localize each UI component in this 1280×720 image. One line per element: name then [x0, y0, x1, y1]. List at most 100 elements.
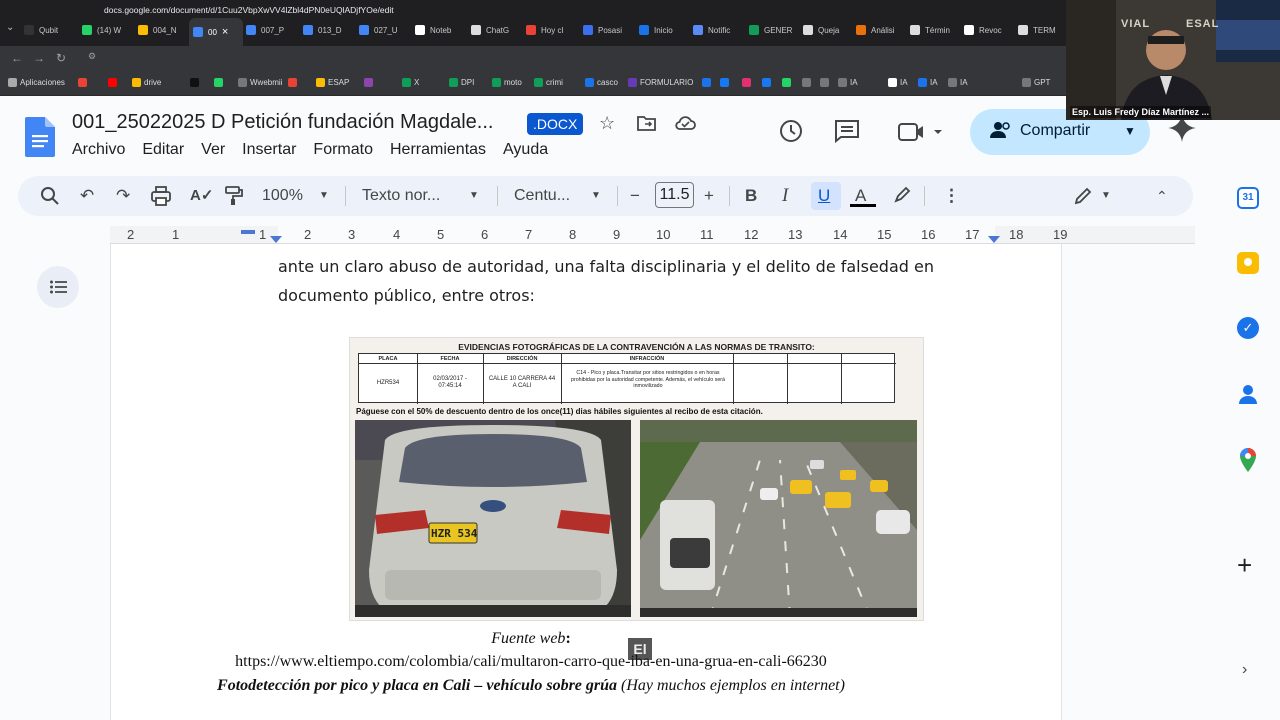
bookmark-item[interactable]: IA	[888, 78, 908, 87]
document-title[interactable]: 001_25022025 D Petición fundación Magdal…	[72, 111, 493, 134]
comments-icon[interactable]	[834, 119, 860, 148]
bold-icon[interactable]: B	[745, 186, 757, 206]
menu-item[interactable]: Herramientas	[390, 141, 486, 159]
forward-icon[interactable]: →	[28, 51, 50, 65]
undo-icon[interactable]: ↶	[80, 186, 94, 206]
bookmark-item[interactable]	[288, 78, 300, 87]
calendar-icon[interactable]: 31	[1237, 187, 1259, 209]
browser-tab[interactable]: Inicio	[635, 19, 687, 41]
redo-icon[interactable]: ↷	[116, 186, 130, 206]
bookmark-item[interactable]	[78, 78, 90, 87]
bookmark-item[interactable]: casco	[585, 78, 618, 87]
star-icon[interactable]: ☆	[599, 113, 615, 134]
bookmark-item[interactable]	[108, 78, 120, 87]
bookmark-item[interactable]: Aplicaciones	[8, 78, 65, 87]
bookmark-item[interactable]: IA	[838, 78, 858, 87]
browser-tab[interactable]: 00 ×	[189, 18, 243, 46]
keep-icon[interactable]	[1237, 252, 1259, 274]
bookmark-item[interactable]: IA	[948, 78, 968, 87]
bookmark-item[interactable]: drive	[132, 78, 161, 87]
bookmark-item[interactable]	[190, 78, 202, 87]
bookmark-item[interactable]: moto	[492, 78, 522, 87]
search-menus-icon[interactable]	[40, 186, 60, 211]
video-call-tile[interactable]: VIAL ESAL Esp. Luis Fredy Díaz Martínez …	[1066, 0, 1280, 120]
reload-icon[interactable]: ↻	[50, 51, 72, 65]
bookmark-item[interactable]: FORMULARIO	[628, 78, 693, 87]
browser-tab[interactable]: 013_D	[299, 19, 351, 41]
bookmark-item[interactable]	[214, 78, 226, 87]
url-field[interactable]: docs.google.com/document/d/1Cuu2VbpXwVV4…	[104, 5, 394, 15]
bookmark-item[interactable]	[742, 78, 754, 87]
more-options-icon[interactable]: ⋮	[943, 186, 960, 206]
bookmark-item[interactable]: ESAP	[316, 78, 349, 87]
zoom-dropdown-icon[interactable]: ▼	[319, 186, 329, 206]
paint-format-icon[interactable]	[225, 186, 243, 211]
bookmark-item[interactable]: DPI	[449, 78, 474, 87]
right-indent-marker[interactable]	[988, 236, 1000, 243]
document-outline-button[interactable]	[37, 266, 79, 308]
browser-tab[interactable]: 007_P	[242, 19, 294, 41]
decrease-font-size-icon[interactable]: −	[630, 186, 640, 206]
bookmark-item[interactable]: IA	[918, 78, 938, 87]
bookmark-item[interactable]	[720, 78, 732, 87]
bookmark-item[interactable]: GPT	[1022, 78, 1050, 87]
editing-mode-dropdown-icon[interactable]: ▼	[1101, 186, 1111, 206]
hide-menus-icon[interactable]: ⌃	[1156, 186, 1168, 206]
zoom-select[interactable]: 100%	[262, 186, 303, 206]
meet-icon[interactable]	[897, 121, 943, 148]
docx-badge[interactable]: .DOCX	[527, 113, 584, 135]
style-dropdown-icon[interactable]: ▼	[469, 186, 479, 206]
spellcheck-icon[interactable]: A✓	[190, 186, 213, 206]
bookmark-item[interactable]: crimi	[534, 78, 563, 87]
print-icon[interactable]	[151, 186, 171, 211]
browser-tab[interactable]: (14) W	[78, 19, 130, 41]
browser-tab[interactable]: Noteb	[411, 19, 463, 41]
tab-close-icon[interactable]: ×	[222, 26, 228, 38]
paragraph-style-select[interactable]: Texto nor...	[362, 186, 440, 206]
underline-icon[interactable]: U	[818, 186, 830, 206]
browser-tab[interactable]: GENER	[745, 19, 797, 41]
browser-tab[interactable]: Qubit	[20, 19, 72, 41]
bookmark-item[interactable]	[802, 78, 814, 87]
menu-item[interactable]: Ver	[201, 141, 225, 159]
collapse-side-panel-icon[interactable]: ›	[1242, 661, 1247, 679]
menu-item[interactable]: Formato	[313, 141, 373, 159]
bookmark-item[interactable]	[762, 78, 774, 87]
cloud-status-icon[interactable]	[674, 114, 696, 137]
maps-icon[interactable]	[1237, 448, 1259, 472]
tasks-icon[interactable]: ✓	[1237, 317, 1259, 339]
font-family-select[interactable]: Centu...	[514, 186, 570, 206]
increase-font-size-icon[interactable]: +	[704, 186, 714, 206]
menu-item[interactable]: Insertar	[242, 141, 296, 159]
docs-logo-icon[interactable]	[25, 117, 55, 157]
move-folder-icon[interactable]	[637, 114, 657, 137]
browser-tab[interactable]: TERM	[1014, 19, 1066, 41]
evidence-image[interactable]: EVIDENCIAS FOTOGRÁFICAS DE LA CONTRAVENC…	[349, 337, 924, 621]
browser-tab[interactable]: Análisi	[852, 19, 904, 41]
browser-tab[interactable]: ChatG	[467, 19, 519, 41]
version-history-icon[interactable]	[778, 118, 804, 149]
menu-item[interactable]: Archivo	[72, 141, 125, 159]
menu-item[interactable]: Ayuda	[503, 141, 548, 159]
tab-search-dropdown[interactable]: ⌄	[6, 22, 14, 33]
bookmark-item[interactable]: X	[402, 78, 419, 87]
bookmark-item[interactable]	[820, 78, 832, 87]
back-icon[interactable]: ←	[6, 51, 28, 65]
browser-tab[interactable]: 004_N	[134, 19, 186, 41]
first-line-indent-marker[interactable]	[241, 230, 255, 234]
browser-tab[interactable]: 027_U	[355, 19, 407, 41]
menu-item[interactable]: Editar	[142, 141, 184, 159]
browser-tab[interactable]: Términ	[906, 19, 958, 41]
left-indent-marker[interactable]	[270, 236, 282, 243]
browser-tab[interactable]: Queja	[799, 19, 851, 41]
browser-tab[interactable]: Posasi	[579, 19, 631, 41]
caption-url[interactable]: https://www.eltiempo.com/colombia/cali/m…	[0, 653, 1062, 671]
browser-tab[interactable]: Hoy cl	[522, 19, 574, 41]
bookmark-item[interactable]	[782, 78, 794, 87]
bookmark-item[interactable]: Wwebmii	[238, 78, 282, 87]
font-size-input[interactable]: 11.5	[655, 182, 694, 208]
font-dropdown-icon[interactable]: ▼	[591, 186, 601, 206]
contacts-icon[interactable]	[1237, 383, 1259, 405]
add-addon-icon[interactable]: +	[1237, 550, 1252, 581]
browser-tab[interactable]: Revoc	[960, 19, 1012, 41]
